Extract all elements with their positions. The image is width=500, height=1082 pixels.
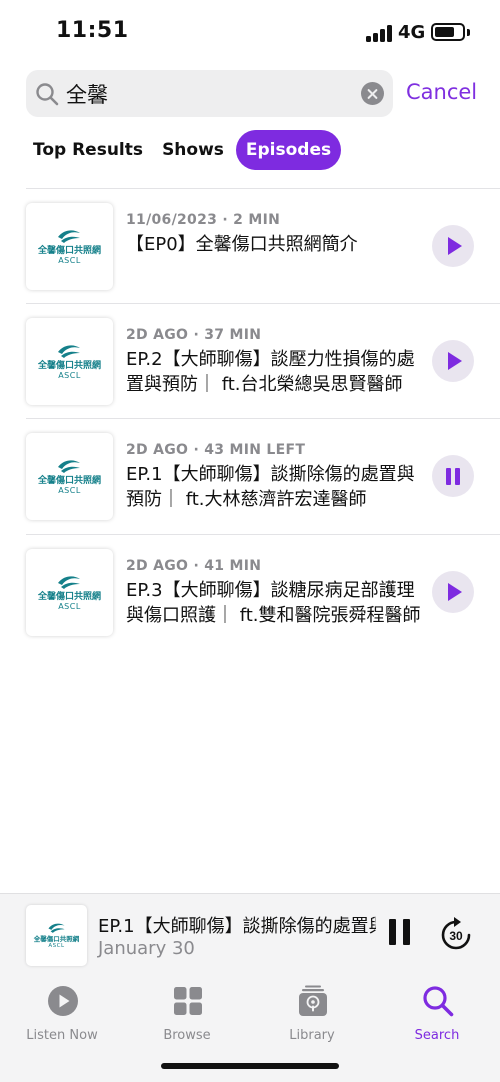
tab-bar-search[interactable]: Search (387, 985, 487, 1047)
pause-icon (446, 468, 451, 485)
episode-row[interactable]: 全馨傷口共照網 ASCL 2D AGO · 41 MIN EP.3【大師聊傷】談… (0, 534, 500, 649)
tab-bar-library[interactable]: Library (262, 985, 362, 1047)
artwork-name: 全馨傷口共照網 (37, 246, 101, 256)
episode-title: EP.1【大師聊傷】談撕除傷的處置與預防｜ ft.大林慈濟許宏達醫師 (126, 464, 415, 510)
tab-bar-label: Library (289, 1028, 335, 1043)
library-icon (299, 985, 327, 1016)
leaf-logo-icon (48, 923, 65, 933)
tab-shows[interactable]: Shows (156, 130, 230, 170)
podcast-artwork: 全馨傷口共照網 ASCL (26, 318, 113, 405)
mini-player-title[interactable]: EP.1【大師聊傷】談撕除傷的處置與預防 (98, 912, 376, 938)
episode-title: EP.2【大師聊傷】談壓力性損傷的處置與預防｜ ft.台北榮總吳思賢醫師 (126, 349, 415, 395)
artwork-name: 全馨傷口共照網 (37, 361, 101, 371)
battery-cap (467, 29, 470, 36)
artwork-sub: ASCL (48, 943, 65, 949)
artwork-name: 全馨傷口共照網 (37, 476, 101, 486)
tab-top-results[interactable]: Top Results (26, 130, 150, 170)
pause-icon (455, 468, 460, 485)
episode-meta: 2D AGO · 41 MIN (126, 558, 262, 574)
tab-episodes[interactable]: Episodes (236, 130, 341, 170)
network-label: 4G (398, 22, 426, 43)
artwork-sub: ASCL (58, 602, 81, 611)
episode-row[interactable]: 全馨傷口共照網 ASCL 2D AGO · 37 MIN EP.2【大師聊傷】談… (0, 303, 500, 418)
clear-search-button[interactable] (361, 82, 384, 105)
artwork-sub: ASCL (58, 256, 81, 265)
skip-seconds-label: 30 (449, 929, 463, 943)
battery-icon (431, 23, 465, 41)
status-time: 11:51 (56, 18, 129, 43)
leaf-logo-icon (58, 345, 80, 358)
leaf-logo-icon (58, 460, 80, 473)
play-icon (448, 583, 462, 601)
play-button[interactable] (432, 225, 474, 267)
leaf-logo-icon (58, 230, 80, 243)
podcast-artwork: 全馨傷口共照網 ASCL (26, 549, 113, 636)
status-bar: 11:51 4G (0, 0, 500, 62)
episode-row[interactable]: 全馨傷口共照網 ASCL 11/06/2023 · 2 MIN 【EP0】全馨傷… (0, 188, 500, 303)
skip-forward-30-icon: 30 (441, 917, 471, 950)
play-icon (448, 352, 462, 370)
grid-icon (174, 987, 202, 1015)
tab-bar-listen-now[interactable]: Listen Now (12, 985, 112, 1047)
mini-player-artwork: 全馨傷口共照網 ASCL (26, 905, 87, 966)
mini-player[interactable]: 全馨傷口共照網 ASCL EP.1【大師聊傷】談撕除傷的處置與預防 Januar… (0, 893, 500, 977)
pause-button[interactable] (432, 455, 474, 497)
mini-player-pause-button[interactable] (386, 919, 414, 949)
play-icon (448, 237, 462, 255)
signal-icon (366, 24, 392, 42)
artwork-sub: ASCL (58, 371, 81, 380)
home-indicator (161, 1063, 339, 1069)
tab-bar-browse[interactable]: Browse (137, 985, 237, 1047)
artwork-sub: ASCL (58, 486, 81, 495)
episode-meta: 2D AGO · 43 MIN LEFT (126, 442, 306, 458)
search-field[interactable] (26, 70, 393, 117)
play-button[interactable] (432, 340, 474, 382)
play-circle-icon (48, 986, 78, 1016)
episode-meta: 2D AGO · 37 MIN (126, 327, 262, 343)
tab-bar-label: Search (414, 1028, 460, 1043)
podcast-artwork: 全馨傷口共照網 ASCL (26, 433, 113, 520)
search-icon (36, 83, 59, 106)
cancel-button[interactable]: Cancel (406, 80, 477, 104)
tab-bar-label: Browse (163, 1028, 211, 1043)
leaf-logo-icon (58, 576, 80, 589)
skip-forward-button[interactable]: 30 (439, 916, 473, 952)
episode-row[interactable]: 全馨傷口共照網 ASCL 2D AGO · 43 MIN LEFT EP.1【大… (0, 418, 500, 533)
episode-title: 【EP0】全馨傷口共照網簡介 (126, 234, 358, 255)
tab-bar-label: Listen Now (26, 1028, 98, 1043)
artwork-name: 全馨傷口共照網 (33, 935, 80, 943)
play-button[interactable] (432, 571, 474, 613)
artwork-name: 全馨傷口共照網 (37, 592, 101, 602)
mini-player-date: January 30 (98, 938, 195, 959)
podcast-artwork: 全馨傷口共照網 ASCL (26, 203, 113, 290)
episode-meta: 11/06/2023 · 2 MIN (126, 212, 281, 228)
search-icon (423, 986, 454, 1017)
search-input[interactable] (66, 70, 346, 117)
episode-title: EP.3【大師聊傷】談糖尿病足部護理與傷口照護｜ ft.雙和醫院張舜程醫師 (126, 580, 421, 626)
